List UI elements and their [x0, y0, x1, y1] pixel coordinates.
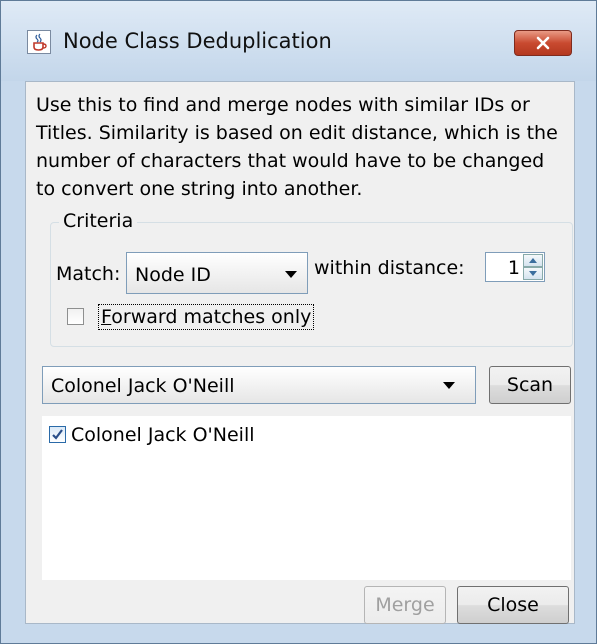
match-select-value: Node ID [135, 264, 211, 286]
node-select-value: Colonel Jack O'Neill [51, 375, 235, 397]
match-select[interactable]: Node ID [126, 252, 308, 294]
spinner-buttons [523, 254, 543, 280]
forward-matches-checkbox[interactable] [67, 308, 84, 325]
result-checkbox[interactable] [49, 426, 66, 443]
results-list[interactable]: Colonel Jack O'Neill [42, 416, 571, 580]
distance-value: 1 [507, 257, 520, 279]
title-bar[interactable]: Node Class Deduplication [1, 1, 596, 81]
close-window-button[interactable] [514, 30, 572, 56]
merge-button[interactable]: Merge [364, 586, 446, 624]
match-label: Match: [56, 263, 121, 285]
chevron-down-icon [443, 382, 455, 389]
result-label: Colonel Jack O'Neill [71, 424, 255, 446]
distance-spinner[interactable]: 1 [485, 252, 545, 282]
node-select[interactable]: Colonel Jack O'Neill [42, 366, 476, 404]
within-distance-label: within distance: [314, 257, 465, 279]
chevron-down-icon [285, 271, 297, 278]
dialog-window: Node Class Deduplication Use this to fin… [0, 0, 597, 644]
description-text: Use this to find and merge nodes with si… [36, 94, 558, 200]
check-icon [52, 429, 63, 440]
spinner-down-button[interactable] [523, 267, 543, 280]
close-x-icon [536, 36, 550, 50]
spinner-up-button[interactable] [523, 254, 543, 267]
java-cup-icon [27, 30, 51, 54]
dialog-content: Use this to find and merge nodes with si… [25, 81, 575, 624]
forward-matches-label[interactable]: Forward matches only [98, 304, 315, 330]
close-button[interactable]: Close [457, 586, 569, 624]
scan-button[interactable]: Scan [489, 366, 571, 404]
window-title: Node Class Deduplication [63, 29, 332, 53]
criteria-legend: Criteria [59, 210, 138, 232]
